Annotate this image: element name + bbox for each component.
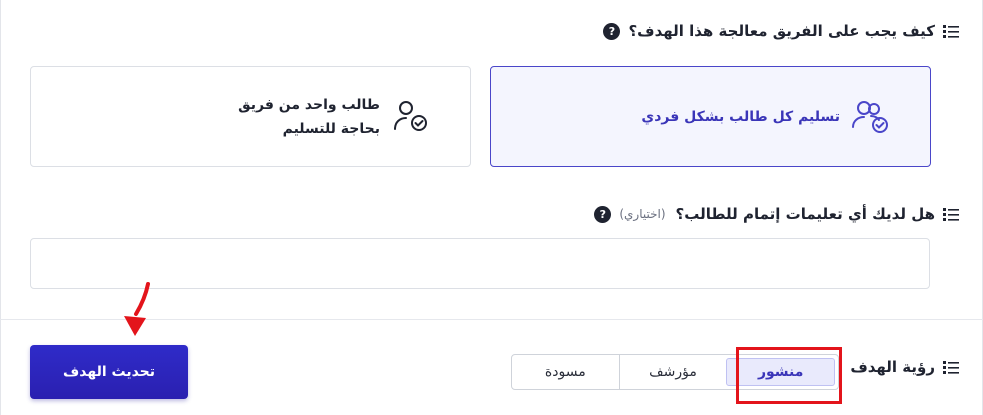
list-icon	[943, 206, 959, 222]
visibility-segmented-control: منشور مؤرشف مسودة	[511, 354, 839, 390]
option-label: طالب واحد من فريق بحاجة للتسليم	[238, 96, 380, 137]
help-icon[interactable]: ?	[594, 205, 612, 223]
update-goal-button[interactable]: تحديث الهدف	[30, 345, 188, 399]
help-icon[interactable]: ?	[603, 22, 621, 40]
option-label: تسليم كل طالب بشكل فردي	[641, 108, 840, 125]
option-single-student-submission[interactable]: طالب واحد من فريق بحاجة للتسليم	[30, 66, 471, 167]
option-individual-submission[interactable]: تسليم كل طالب بشكل فردي	[490, 66, 931, 167]
question-completion-instructions: هل لديك أي تعليمات إتمام للطالب؟ (اختيار…	[594, 205, 959, 223]
question-title: كيف يجب على الفريق معالجة هذا الهدف؟	[628, 22, 935, 40]
list-icon	[943, 23, 959, 39]
visibility-label: رؤية الهدف	[850, 358, 935, 376]
visibility-archived[interactable]: مؤرشف	[618, 355, 727, 389]
visibility-published[interactable]: منشور	[726, 358, 835, 386]
list-icon	[943, 359, 959, 375]
annotation-arrow-icon	[124, 282, 150, 336]
question-team-handling: كيف يجب على الفريق معالجة هذا الهدف؟ ?	[603, 22, 959, 40]
optional-tag: (اختياري)	[619, 207, 666, 221]
user-check-icon	[390, 97, 430, 137]
visibility-label-row: رؤية الهدف	[850, 358, 959, 376]
visibility-draft[interactable]: مسودة	[512, 355, 619, 389]
users-check-icon	[850, 97, 890, 137]
instructions-input[interactable]	[30, 238, 930, 289]
question-title: هل لديك أي تعليمات إتمام للطالب؟	[675, 205, 935, 223]
panel-border-left	[0, 0, 1, 415]
